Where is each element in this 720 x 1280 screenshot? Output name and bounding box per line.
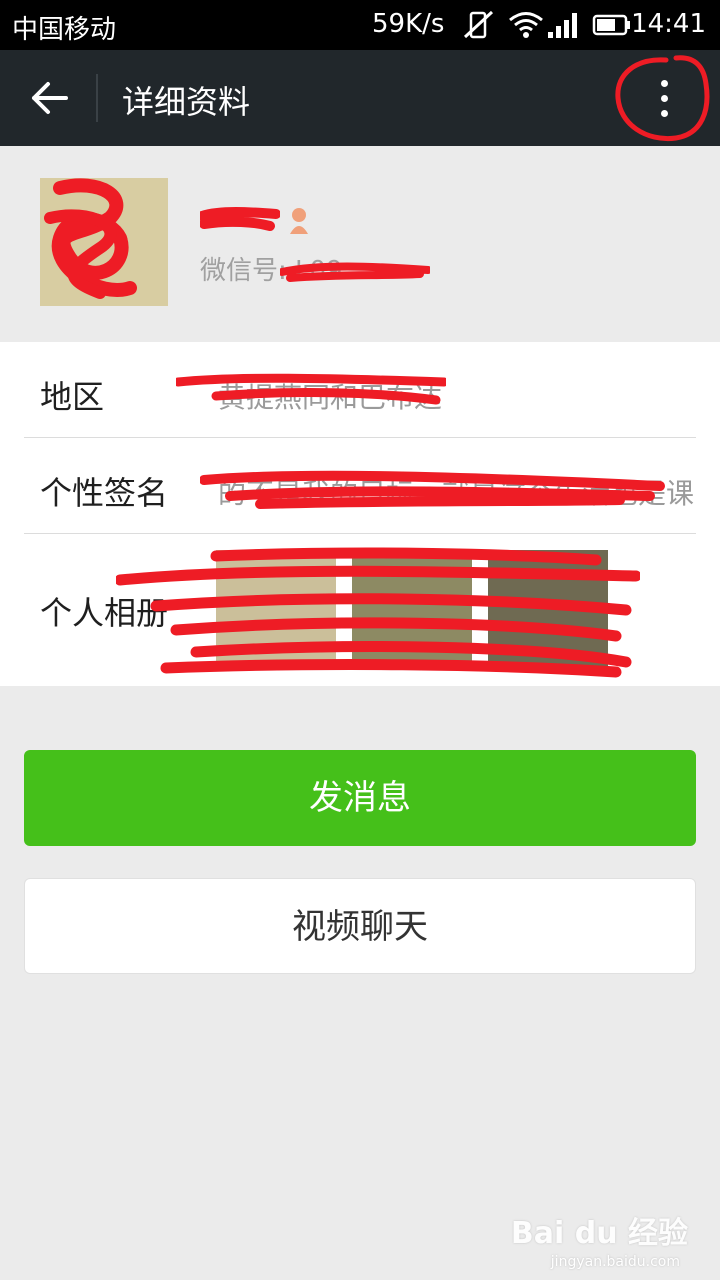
page-title: 详细资料: [122, 83, 251, 121]
avatar[interactable]: [40, 178, 168, 306]
info-list: 地区 黄提燕同和巴布达 个性签名 的不是我的目标一就是这个生活也是课 个人相册: [0, 342, 720, 686]
battery-icon: [592, 14, 630, 36]
vibrate-mute-icon: [463, 10, 494, 39]
signature-value: 的不是我的目标一就是这个生活也是课: [218, 477, 695, 510]
back-button[interactable]: [22, 70, 78, 126]
signature-row[interactable]: 个性签名 的不是我的目标一就是这个生活也是课: [0, 438, 720, 534]
avatar-redaction: [40, 178, 168, 306]
region-label: 地区: [40, 378, 105, 416]
title-divider: [96, 74, 98, 122]
red-circle-annotation: [615, 55, 710, 142]
album-photo[interactable]: [352, 550, 472, 670]
baidu-jingyan-watermark: Bai du 经验: [510, 1216, 688, 1251]
title-bar: 详细资料: [0, 50, 720, 146]
wechat-id: 微信号: L09: [200, 256, 343, 286]
wifi-icon: [509, 12, 543, 38]
signature-label: 个性签名: [40, 474, 169, 512]
clock: 14:41: [631, 9, 706, 39]
watermark-url: jingyan.baidu.com: [550, 1254, 680, 1270]
region-value: 黄提燕同和巴布达: [218, 381, 443, 414]
signal-icon: [548, 13, 577, 38]
network-speed: 59K/s: [372, 9, 445, 39]
send-message-button[interactable]: 发消息: [24, 750, 696, 846]
carrier-name: 中国移动: [12, 15, 117, 45]
album-photo[interactable]: [488, 550, 608, 670]
status-bar: 中国移动 59K/s 14:41: [0, 0, 720, 50]
female-gender-icon: [290, 208, 308, 234]
video-chat-button[interactable]: 视频聊天: [24, 878, 696, 974]
region-row[interactable]: 地区 黄提燕同和巴布达: [0, 342, 720, 438]
album-photo[interactable]: [216, 550, 336, 670]
profile-header: 微信号: L09: [0, 146, 720, 342]
name-redaction: [200, 207, 280, 231]
album-label: 个人相册: [40, 594, 169, 632]
